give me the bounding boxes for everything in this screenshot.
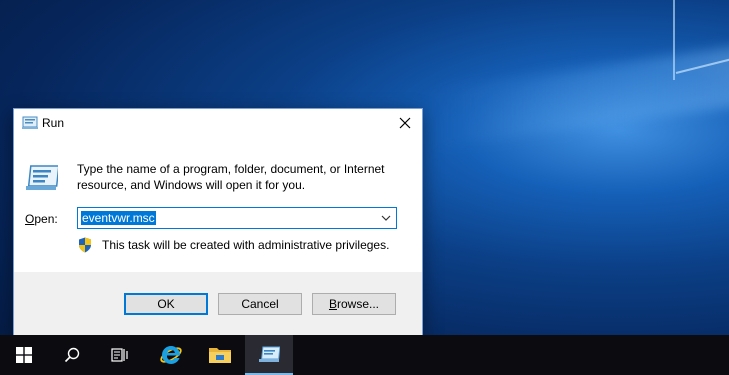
task-view-button[interactable] [96, 335, 144, 375]
task-view-icon [111, 348, 128, 362]
run-dialog: Run Type the name of a program, folder, … [13, 108, 423, 335]
run-icon [22, 116, 38, 129]
search-icon [64, 347, 80, 363]
open-input[interactable]: eventvwr.msc [81, 211, 156, 225]
title-bar[interactable]: Run [14, 109, 422, 139]
taskbar [0, 335, 729, 375]
button-bar: OK Cancel Browse... [14, 272, 422, 335]
windows-logo-icon [16, 347, 32, 363]
file-explorer-icon [209, 348, 231, 363]
open-label-text: pen: [34, 212, 58, 226]
search-button[interactable] [48, 335, 96, 375]
admin-privileges-note: This task will be created with administr… [102, 238, 390, 252]
open-label-accelerator: O [25, 212, 35, 226]
window-title: Run [42, 116, 65, 130]
light-beam [430, 30, 729, 150]
browse-label: rowse... [337, 297, 380, 311]
browse-accelerator: B [328, 297, 337, 311]
internet-explorer-button[interactable] [147, 335, 195, 375]
uac-shield-icon [79, 237, 91, 253]
browse-button[interactable]: Browse... [312, 293, 396, 315]
run-taskbar-button[interactable] [245, 335, 293, 375]
run-icon [259, 346, 280, 362]
run-program-icon [26, 165, 58, 190]
start-button[interactable] [0, 335, 48, 375]
open-label: Open: [25, 212, 58, 226]
run-description: Type the name of a program, folder, docu… [77, 162, 385, 192]
internet-explorer-icon [160, 346, 182, 364]
open-combobox[interactable]: eventvwr.msc [77, 207, 397, 229]
cancel-button[interactable]: Cancel [218, 293, 302, 315]
close-icon [399, 117, 411, 129]
file-explorer-button[interactable] [196, 335, 244, 375]
light-beam [673, 0, 675, 80]
chevron-down-icon[interactable] [380, 211, 392, 225]
ok-button[interactable]: OK [124, 293, 208, 315]
close-button[interactable] [388, 109, 422, 137]
